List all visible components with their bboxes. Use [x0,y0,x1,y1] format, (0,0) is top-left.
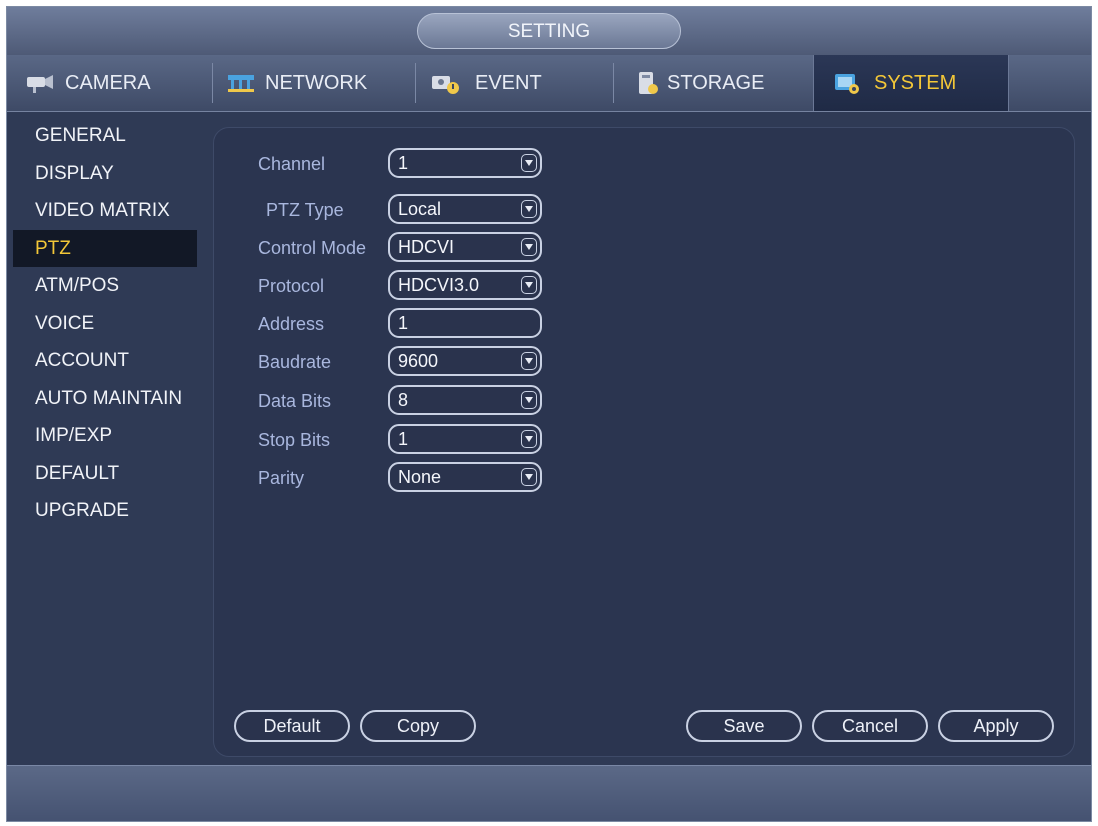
address-value: 1 [398,313,409,333]
title-bar: SETTING [7,7,1091,55]
channel-label: Channel [258,154,326,174]
sidebar-item-general[interactable]: GENERAL [7,117,197,155]
tab-label: SYSTEM [874,71,957,94]
stop-bits-row: Stop Bits 1 [214,424,614,458]
event-icon [429,71,461,95]
tab-label: EVENT [475,71,542,94]
sidebar-item-display[interactable]: DISPLAY [7,155,197,193]
baudrate-row: Baudrate 9600 [214,346,614,380]
sidebar-item-voice[interactable]: VOICE [7,305,197,343]
parity-select[interactable]: None [388,462,542,492]
sidebar-item-video-matrix[interactable]: VIDEO MATRIX [7,192,197,230]
sidebar-item-account[interactable]: ACCOUNT [7,342,197,380]
stop-bits-value: 1 [398,429,409,449]
chevron-down-icon [521,154,537,172]
sidebar-menu: GENERAL DISPLAY VIDEO MATRIX PTZ ATM/POS… [7,117,197,530]
status-bar [7,765,1091,821]
sidebar-item-upgrade[interactable]: UPGRADE [7,492,197,530]
storage-icon [633,71,665,95]
tab-network[interactable]: NETWORK [225,55,405,111]
control-mode-label: Control Mode [258,238,367,258]
data-bits-label: Data Bits [258,391,332,411]
tab-label: NETWORK [265,71,368,94]
chevron-down-icon [521,238,537,256]
address-row: Address 1 [214,308,614,342]
stop-bits-select[interactable]: 1 [388,424,542,454]
chevron-down-icon [521,276,537,294]
chevron-down-icon [521,430,537,448]
protocol-value: HDCVI3.0 [398,275,480,295]
tab-camera[interactable]: CAMERA [25,55,205,111]
stop-bits-label: Stop Bits [258,430,331,450]
cancel-button[interactable]: Cancel [812,710,928,742]
settings-window: SETTING CAMERA NETWORK EVENT STORAGE SYS… [6,6,1092,822]
ptz-type-select[interactable]: Local [388,194,542,224]
tab-divider [212,63,213,103]
ptz-settings-panel: Channel 1 PTZ Type Local Control Mode HD… [213,127,1075,757]
protocol-row: Protocol HDCVI3.0 [214,270,614,304]
data-bits-row: Data Bits 8 [214,385,614,419]
channel-row: Channel 1 [214,148,614,182]
tab-divider [415,63,416,103]
address-input[interactable]: 1 [388,308,542,338]
sidebar-item-ptz[interactable]: PTZ [13,229,197,267]
baudrate-label: Baudrate [258,352,332,372]
ptz-type-row: PTZ Type Local [214,194,614,228]
protocol-select[interactable]: HDCVI3.0 [388,270,542,300]
ptz-type-label: PTZ Type [266,200,344,220]
protocol-label: Protocol [258,276,325,296]
system-icon [832,71,864,95]
sidebar-item-default[interactable]: DEFAULT [7,455,197,493]
chevron-down-icon [521,391,537,409]
chevron-down-icon [521,200,537,218]
tab-divider [613,63,614,103]
parity-row: Parity None [214,462,614,496]
control-mode-select[interactable]: HDCVI [388,232,542,262]
tab-label: CAMERA [65,71,151,94]
address-label: Address [258,314,325,334]
default-button[interactable]: Default [234,710,350,742]
channel-value: 1 [398,153,409,173]
apply-button[interactable]: Apply [938,710,1054,742]
ptz-type-value: Local [398,199,442,219]
parity-label: Parity [258,468,305,488]
save-button[interactable]: Save [686,710,802,742]
copy-button[interactable]: Copy [360,710,476,742]
data-bits-select[interactable]: 8 [388,385,542,415]
data-bits-value: 8 [398,390,409,410]
tab-system[interactable]: SYSTEM [813,55,1009,111]
control-mode-row: Control Mode HDCVI [214,232,614,266]
tab-bar: CAMERA NETWORK EVENT STORAGE SYSTEM [7,55,1091,112]
baudrate-select[interactable]: 9600 [388,346,542,376]
channel-select[interactable]: 1 [388,148,542,178]
chevron-down-icon [521,352,537,370]
camera-icon [25,71,57,95]
window-title: SETTING [417,13,681,49]
tab-storage[interactable]: STORAGE [633,55,813,111]
sidebar-item-atm-pos[interactable]: ATM/POS [7,267,197,305]
tab-label: STORAGE [667,71,765,94]
control-mode-value: HDCVI [398,237,455,257]
chevron-down-icon [521,468,537,486]
parity-value: None [398,467,442,487]
sidebar-item-imp-exp[interactable]: IMP/EXP [7,417,197,455]
baudrate-value: 9600 [398,351,439,371]
network-icon [225,71,257,95]
tab-event[interactable]: EVENT [429,55,609,111]
sidebar-item-auto-maintain[interactable]: AUTO MAINTAIN [7,380,197,418]
